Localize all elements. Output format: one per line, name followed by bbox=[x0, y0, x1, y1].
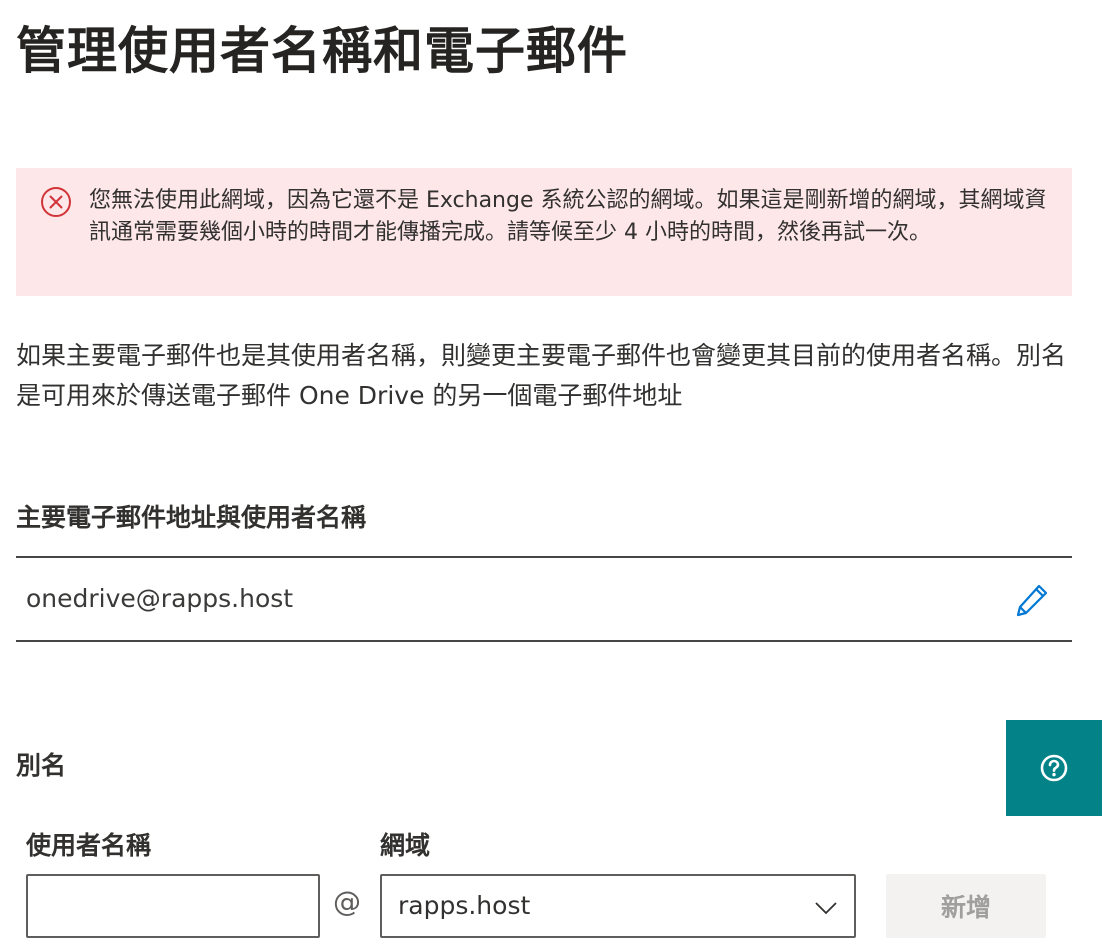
help-button[interactable] bbox=[1006, 720, 1102, 816]
primary-email-value: onedrive@rapps.host bbox=[26, 584, 294, 613]
primary-email-heading: 主要電子郵件地址與使用者名稱 bbox=[16, 503, 367, 532]
question-circle-icon bbox=[1040, 754, 1068, 782]
domain-label: 網域 bbox=[380, 831, 431, 860]
description-text: 如果主要電子郵件也是其使用者名稱，則變更主要電子郵件也會變更其目前的使用者名稱。… bbox=[16, 341, 1067, 410]
page-title: 管理使用者名稱和電子郵件 bbox=[16, 22, 628, 80]
manage-username-email-page: 管理使用者名稱和電子郵件 您無法使用此網域，因為它還不是 Exchange 系統… bbox=[0, 0, 1116, 952]
add-alias-button[interactable]: 新增 bbox=[886, 874, 1046, 938]
username-label: 使用者名稱 bbox=[26, 831, 152, 860]
chevron-down-icon bbox=[815, 902, 837, 915]
error-message-bar: 您無法使用此網域，因為它還不是 Exchange 系統公認的網域。如果這是剛新增… bbox=[16, 168, 1072, 296]
error-message-text: 您無法使用此網域，因為它還不是 Exchange 系統公認的網域。如果這是剛新增… bbox=[89, 188, 1047, 245]
edit-primary-email-button[interactable] bbox=[1012, 580, 1052, 620]
pencil-icon bbox=[1016, 584, 1048, 617]
error-circle-icon bbox=[41, 187, 71, 217]
domain-selected-value: rapps.host bbox=[398, 891, 531, 920]
at-sign: @ bbox=[333, 885, 361, 918]
alias-heading: 別名 bbox=[16, 751, 67, 780]
alias-username-input[interactable] bbox=[26, 874, 320, 938]
primary-email-row: onedrive@rapps.host bbox=[16, 556, 1072, 642]
domain-dropdown[interactable]: rapps.host bbox=[380, 874, 856, 938]
